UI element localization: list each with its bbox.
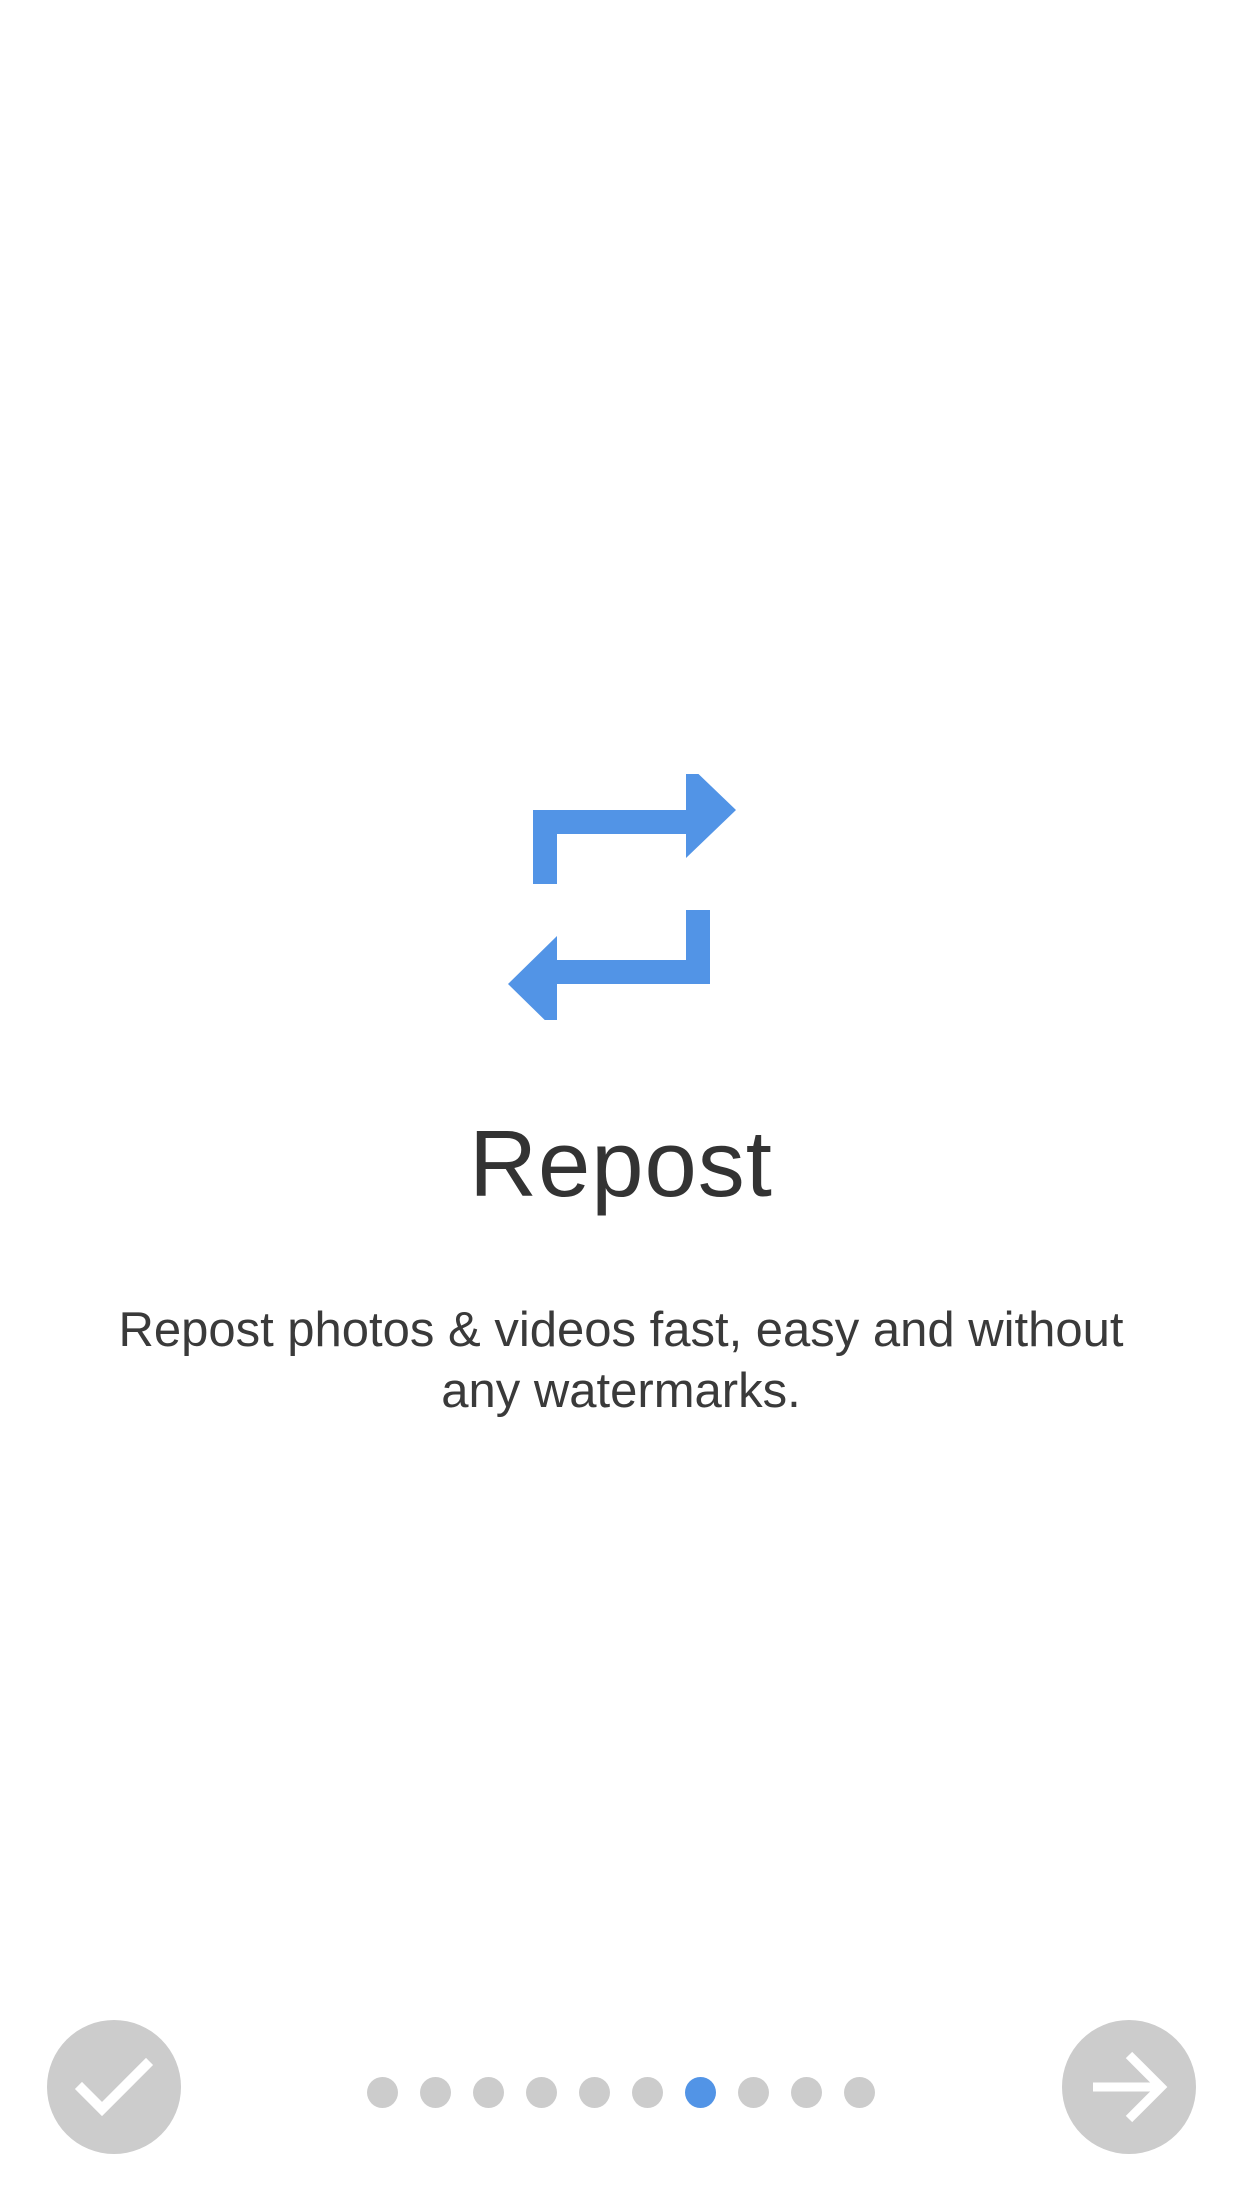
- page-dot[interactable]: [844, 2076, 875, 2108]
- arrow-right-icon: [1093, 2051, 1168, 2123]
- page-dot[interactable]: [473, 2076, 504, 2108]
- page-dot[interactable]: [420, 2076, 451, 2108]
- repost-icon: [508, 774, 736, 1020]
- page-indicator: [0, 2076, 1242, 2108]
- feature-description: Repost photos & videos fast, easy and wi…: [118, 1303, 1124, 1418]
- page-dot[interactable]: [738, 2076, 769, 2108]
- page-dot[interactable]: [791, 2076, 822, 2108]
- page-dot-active[interactable]: [685, 2076, 716, 2108]
- page-dot[interactable]: [367, 2076, 398, 2108]
- page-dot[interactable]: [632, 2076, 663, 2108]
- page-title: Repost: [469, 1111, 773, 1216]
- page-dot[interactable]: [526, 2076, 557, 2108]
- next-button[interactable]: [1062, 2020, 1196, 2154]
- page-dot[interactable]: [579, 2076, 610, 2108]
